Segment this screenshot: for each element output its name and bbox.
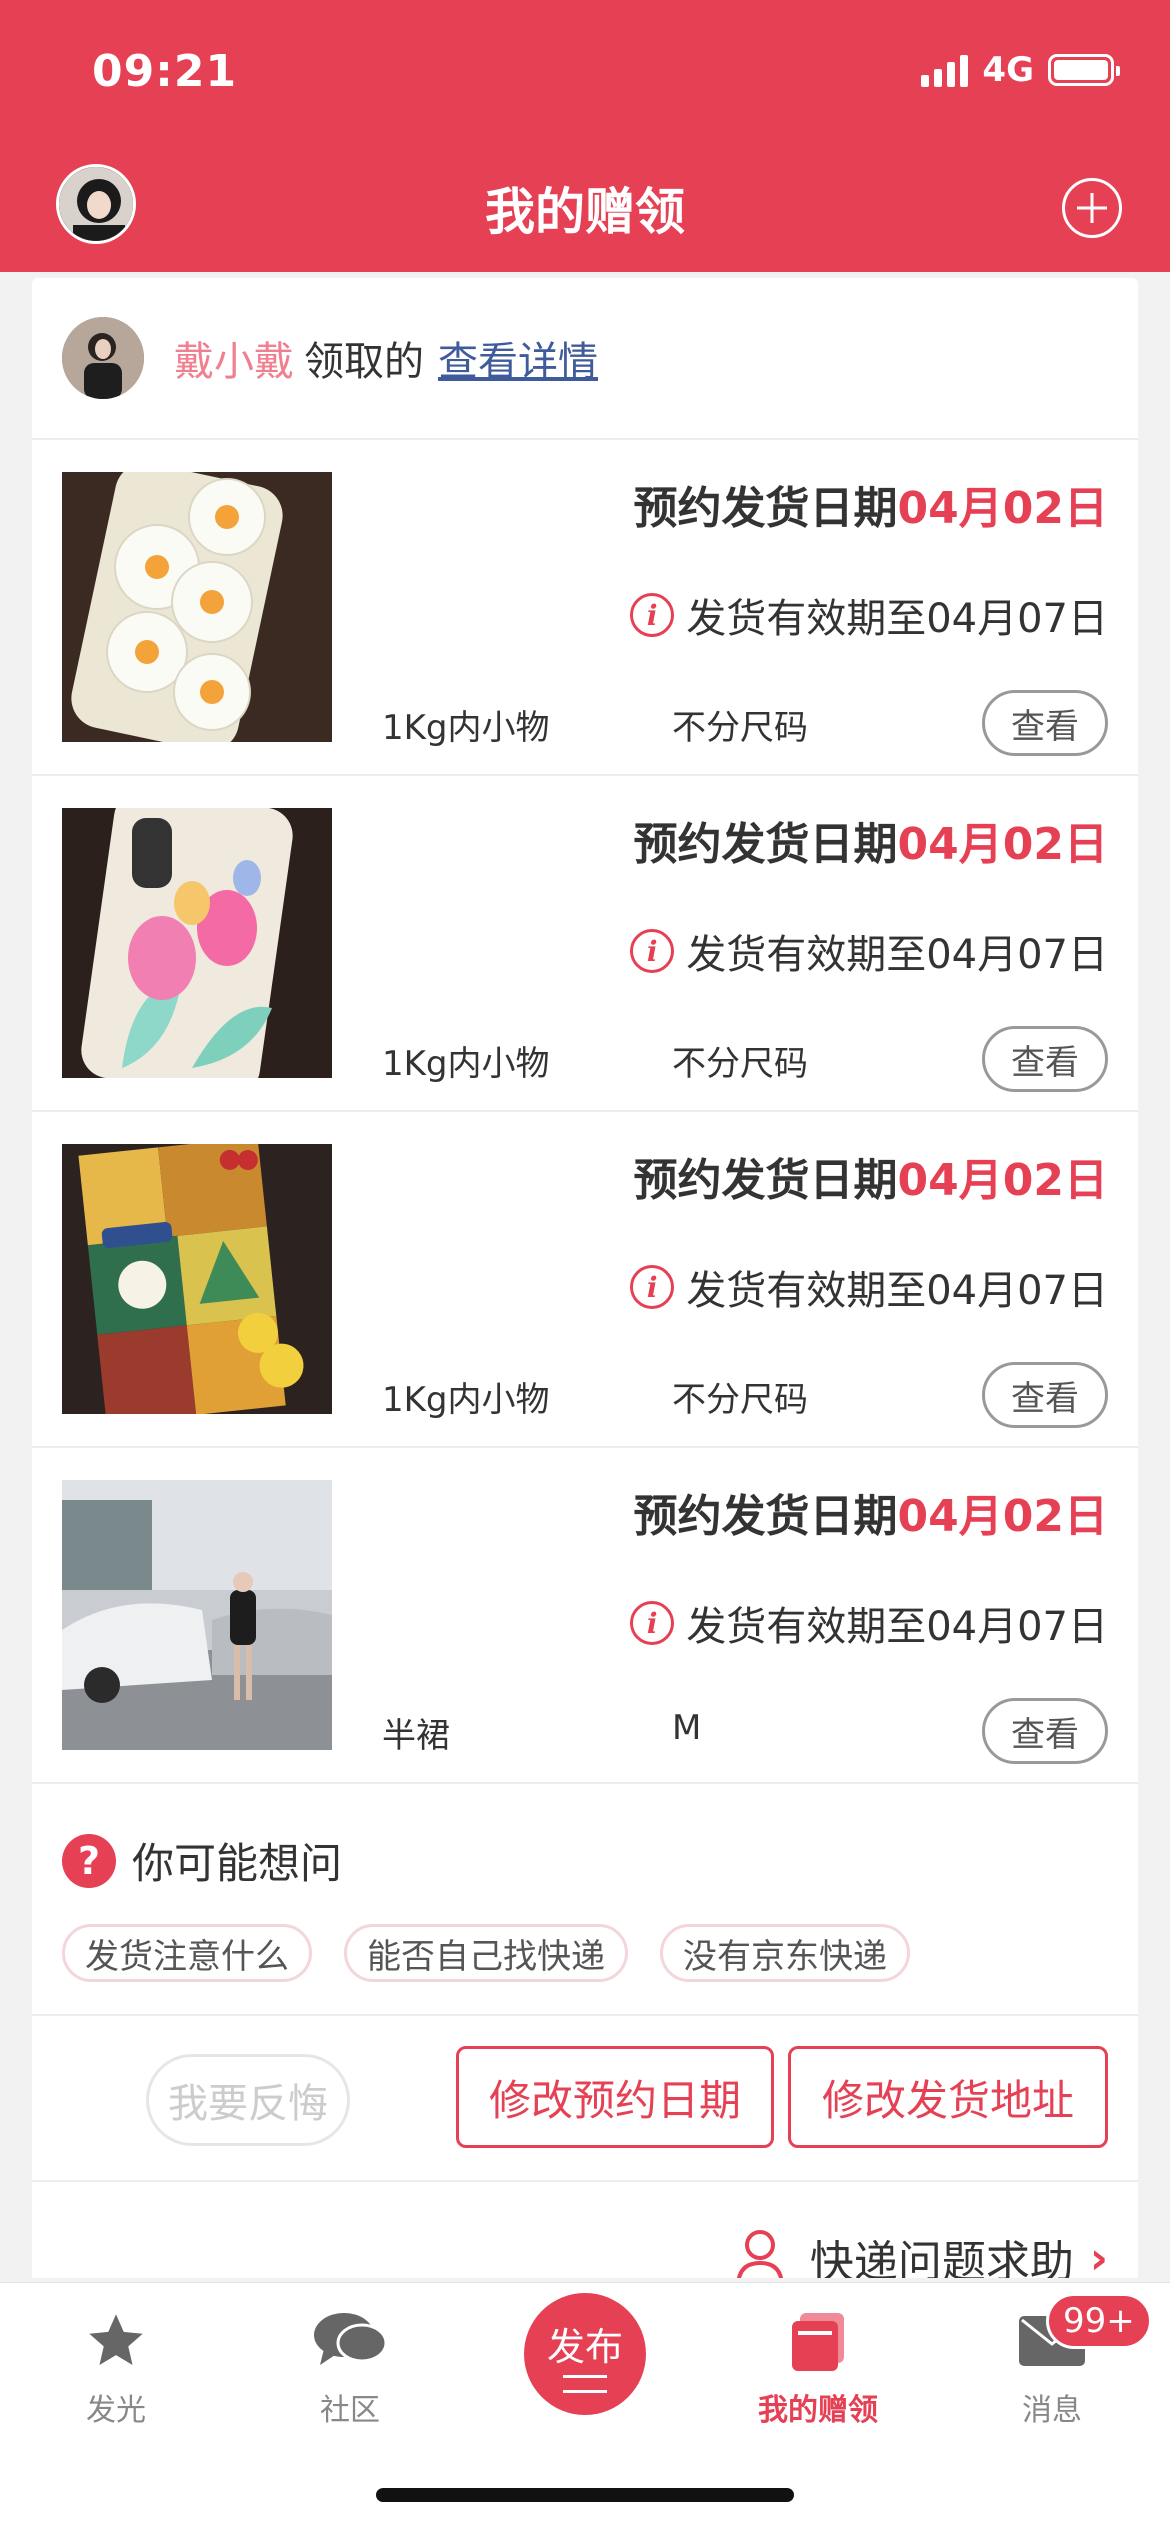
- item-category: 半裙: [382, 1716, 450, 1756]
- info-icon: i: [630, 929, 675, 973]
- item-weight: 1Kg内小物: [382, 1380, 550, 1420]
- tab-my-gifts[interactable]: 我的赠领: [718, 2301, 918, 2429]
- signal-icon: [921, 53, 969, 87]
- item-size: 不分尺码: [672, 708, 808, 748]
- network-type: 4G: [982, 50, 1034, 90]
- courier-help-link[interactable]: 快递问题求助 ›: [732, 2226, 1108, 2278]
- ship-date: 预约发货日期04月02日: [633, 819, 1108, 870]
- faq-chips: 发货注意什么 能否自己找快递 没有京东快递: [62, 1924, 910, 1982]
- view-button[interactable]: 查看: [982, 1362, 1108, 1428]
- question-icon: ?: [62, 1833, 116, 1888]
- info-icon: i: [630, 593, 675, 637]
- action-bar: 我要反悔 修改预约日期 修改发货地址: [32, 2016, 1138, 2182]
- star-icon: [89, 2314, 143, 2365]
- menu-lines-icon: [563, 2374, 607, 2393]
- gift-card: 戴小戴 领取的 查看详情 预约发货日期04月02日 i 发货有效期至04月07日 …: [32, 278, 1138, 2278]
- page-title: 我的赠领: [485, 183, 685, 241]
- product-thumbnail[interactable]: [62, 1144, 332, 1414]
- help-row: 快递问题求助 ›: [32, 2182, 1138, 2278]
- tab-glow[interactable]: 发光: [16, 2301, 216, 2429]
- faq-chip[interactable]: 发货注意什么: [62, 1924, 312, 1982]
- status-icons: 4G: [921, 50, 1120, 90]
- publish-button[interactable]: 发布: [524, 2293, 646, 2415]
- faq-heading: ? 你可能想问: [62, 1830, 342, 1891]
- home-indicator[interactable]: [376, 2488, 794, 2502]
- view-button[interactable]: 查看: [982, 690, 1108, 756]
- status-time: 09:21: [92, 46, 238, 97]
- faq-chip[interactable]: 能否自己找快递: [344, 1924, 628, 1982]
- giver-action-text: 领取的: [304, 339, 424, 385]
- app-header: 09:21 4G 我的赠领: [0, 0, 1170, 272]
- chat-bubble-icon: [314, 2313, 388, 2365]
- add-button[interactable]: [1062, 178, 1122, 238]
- product-thumbnail[interactable]: [62, 808, 332, 1078]
- view-details-link[interactable]: 查看详情: [438, 329, 598, 387]
- validity-text: i 发货有效期至04月07日: [630, 922, 1108, 980]
- ship-date: 预约发货日期04月02日: [633, 1155, 1108, 1206]
- person-icon: [736, 2230, 783, 2278]
- product-thumbnail[interactable]: [62, 1480, 332, 1750]
- item-weight: 1Kg内小物: [382, 708, 550, 748]
- ship-date: 预约发货日期04月02日: [633, 483, 1108, 534]
- product-thumbnail[interactable]: [62, 472, 332, 742]
- giver-name[interactable]: 戴小戴: [174, 329, 294, 387]
- view-button[interactable]: 查看: [982, 1026, 1108, 1092]
- change-date-button[interactable]: 修改预约日期: [456, 2046, 774, 2148]
- giver-avatar[interactable]: [62, 317, 144, 399]
- info-icon: i: [630, 1601, 675, 1645]
- validity-text: i 发货有效期至04月07日: [630, 586, 1108, 644]
- battery-icon: [1048, 54, 1120, 86]
- list-item: 预约发货日期04月02日 i 发货有效期至04月07日 1Kg内小物 不分尺码 查…: [32, 1112, 1138, 1448]
- chevron-right-icon: ›: [1089, 2232, 1108, 2279]
- view-button[interactable]: 查看: [982, 1698, 1108, 1764]
- item-size: M: [672, 1708, 702, 1748]
- change-address-button[interactable]: 修改发货地址: [788, 2046, 1108, 2148]
- unread-badge: 99+: [1046, 2293, 1152, 2349]
- gift-cards-icon: [792, 2313, 844, 2371]
- ship-date: 预约发货日期04月02日: [633, 1491, 1108, 1542]
- list-item: 预约发货日期04月02日 i 发货有效期至04月07日 半裙 M 查看: [32, 1448, 1138, 1784]
- validity-text: i 发货有效期至04月07日: [630, 1258, 1108, 1316]
- giver-row: 戴小戴 领取的 查看详情: [32, 278, 1138, 440]
- item-weight: 1Kg内小物: [382, 1044, 550, 1084]
- tab-community[interactable]: 社区: [250, 2301, 450, 2429]
- regret-button[interactable]: 我要反悔: [146, 2054, 350, 2146]
- list-item: 预约发货日期04月02日 i 发货有效期至04月07日 1Kg内小物 不分尺码 查…: [32, 440, 1138, 776]
- faq-chip[interactable]: 没有京东快递: [660, 1924, 910, 1982]
- validity-text: i 发货有效期至04月07日: [630, 1594, 1108, 1652]
- faq-section: ? 你可能想问 发货注意什么 能否自己找快递 没有京东快递: [32, 1784, 1138, 2016]
- item-size: 不分尺码: [672, 1044, 808, 1084]
- list-item: 预约发货日期04月02日 i 发货有效期至04月07日 1Kg内小物 不分尺码 查…: [32, 776, 1138, 1112]
- info-icon: i: [630, 1265, 675, 1309]
- item-size: 不分尺码: [672, 1380, 808, 1420]
